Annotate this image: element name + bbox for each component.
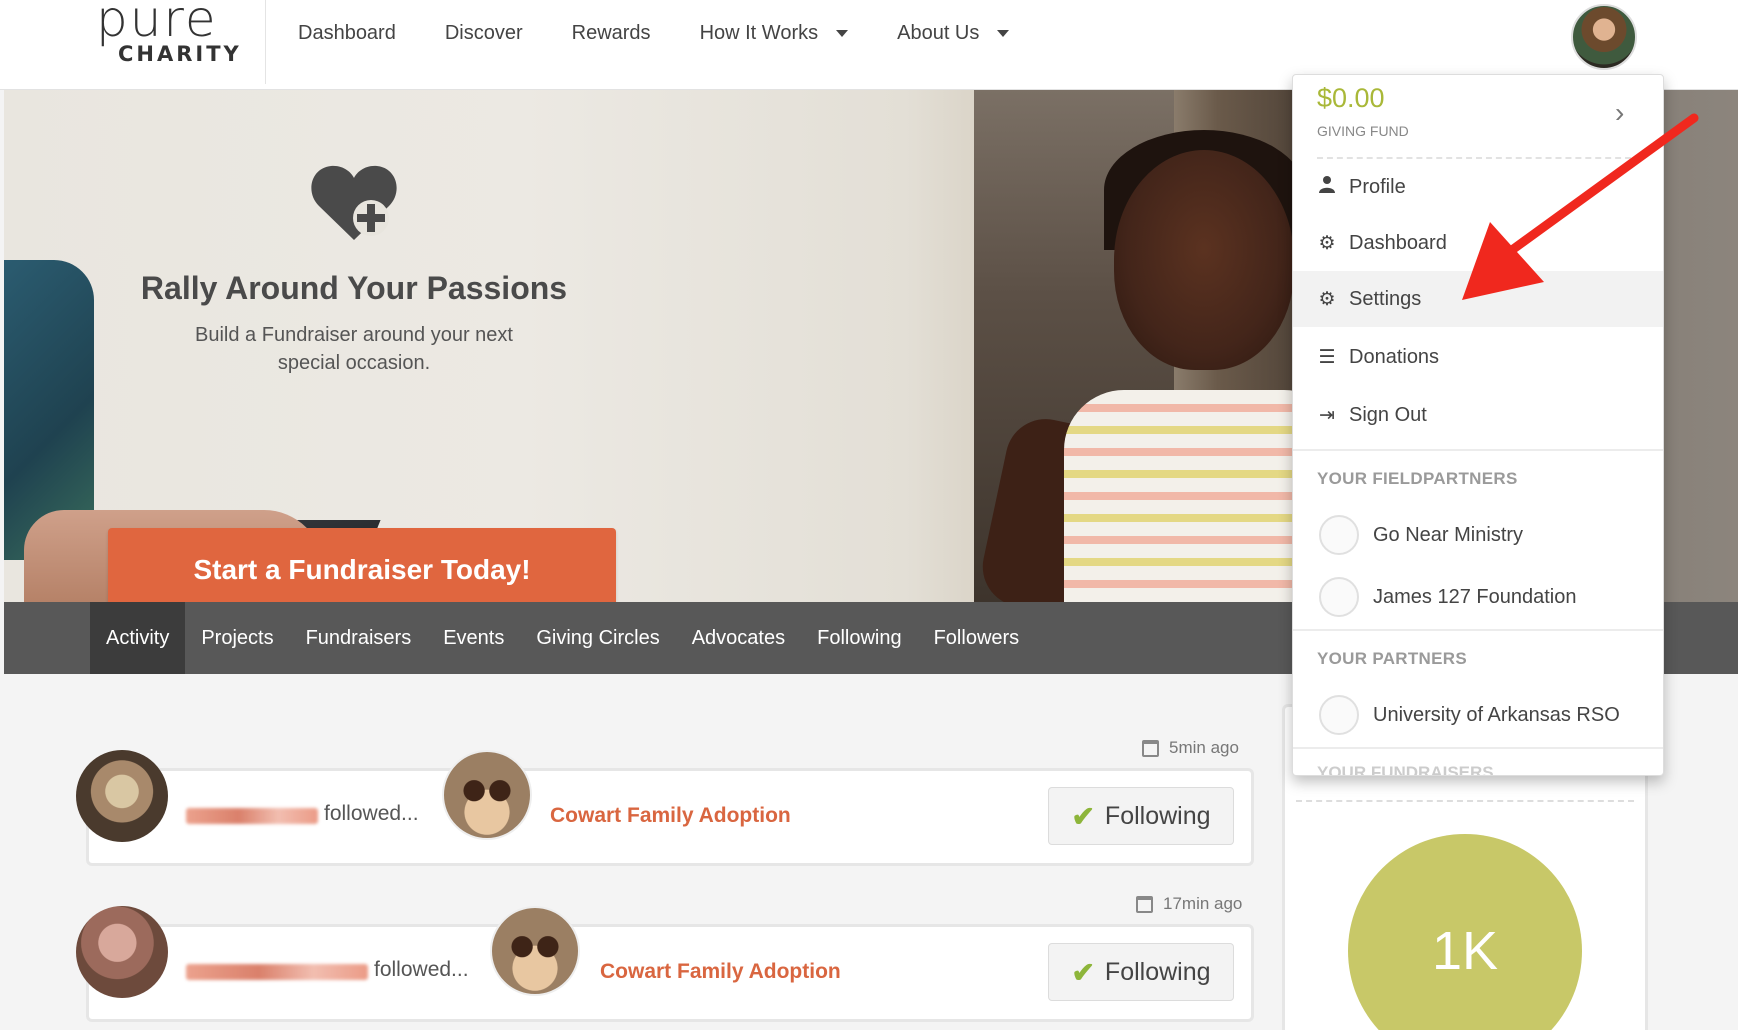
hero-photo-girl-face (1114, 150, 1294, 370)
fundraisers-heading: YOUR FUNDRAISERS (1317, 763, 1494, 776)
user-avatar[interactable] (76, 750, 168, 842)
nav-label: How It Works (699, 22, 819, 44)
giving-fund-amount: $0.00 (1317, 83, 1385, 113)
start-fundraiser-button[interactable]: Start a Fundraiser Today! (108, 528, 616, 602)
fieldpartners-heading: YOUR FIELDPARTNERS (1317, 469, 1518, 488)
nav-label: Rewards (571, 22, 651, 44)
caret-down-icon (836, 30, 849, 37)
tab-followers[interactable]: Followers (918, 602, 1036, 674)
partner-logo (1319, 577, 1359, 617)
partner-name: James 127 Foundation (1373, 585, 1577, 608)
user-icon (1317, 175, 1337, 199)
sign-out-icon: ⇥ (1319, 404, 1335, 426)
divider (1293, 449, 1663, 451)
blurred-user-name[interactable] (186, 808, 318, 824)
fieldpartner-james-127-foundation[interactable]: James 127 Foundation (1293, 569, 1663, 625)
menu-label: Profile (1349, 175, 1406, 198)
divider (1296, 800, 1634, 802)
menu-item-profile[interactable]: Profile (1293, 159, 1663, 215)
feed-action-text: followed... (324, 802, 419, 825)
button-label: Following (1104, 957, 1211, 986)
following-button[interactable]: ✔ Following (1048, 943, 1234, 1001)
partner-university-of-arkansas-rso[interactable]: University of Arkansas RSO (1293, 687, 1663, 743)
user-dropdown-menu: $0.00 GIVING FUND › Profile ⚙ Dashboard … (1292, 74, 1664, 776)
nav-label: Dashboard (298, 22, 396, 44)
menu-label: Donations (1349, 345, 1440, 368)
tab-activity[interactable]: Activity (90, 602, 186, 674)
chevron-right-icon: › (1615, 97, 1625, 128)
nav-rewards[interactable]: Rewards (572, 22, 651, 45)
divider (1293, 629, 1663, 631)
tab-following[interactable]: Following (801, 602, 917, 674)
project-avatar[interactable] (442, 750, 532, 840)
menu-item-settings[interactable]: ⚙ Settings (1293, 271, 1663, 327)
divider (1293, 747, 1663, 749)
nav-label: Discover (444, 22, 523, 44)
list-icon: ☰ (1318, 346, 1336, 368)
user-avatar[interactable] (76, 906, 168, 998)
caret-down-icon (997, 30, 1010, 37)
feed-timestamp: 5min ago (1142, 738, 1239, 758)
project-avatar[interactable] (490, 906, 580, 996)
menu-label: Sign Out (1349, 403, 1427, 426)
check-icon: ✔ (1071, 800, 1095, 832)
partner-logo (1319, 515, 1359, 555)
hero-subtitle: Build a Fundraiser around your next spec… (195, 324, 513, 374)
fieldpartner-go-near-ministry[interactable]: Go Near Ministry (1293, 507, 1663, 563)
logo-wordmark: pure (96, 0, 218, 48)
gear-icon: ⚙ (1318, 288, 1336, 310)
blurred-user-name[interactable] (186, 964, 368, 980)
tab-events[interactable]: Events (427, 602, 520, 674)
timestamp-text: 5min ago (1169, 738, 1239, 757)
project-link[interactable]: Cowart Family Adoption (550, 804, 791, 828)
giving-fund-label: GIVING FUND (1317, 123, 1409, 139)
partner-name: Go Near Ministry (1373, 523, 1524, 546)
partner-name: University of Arkansas RSO (1373, 703, 1620, 726)
feed-timestamp: 17min ago (1136, 894, 1242, 914)
pure-charity-logo[interactable]: pure CHARITY (96, 0, 266, 84)
timestamp-text: 17min ago (1163, 894, 1243, 913)
partner-logo (1319, 695, 1359, 735)
menu-item-donations[interactable]: ☰ Donations (1293, 329, 1663, 385)
partners-heading: YOUR PARTNERS (1317, 649, 1467, 668)
tab-advocates[interactable]: Advocates (676, 602, 801, 674)
calendar-icon (1136, 895, 1153, 913)
hero-content: Rally Around Your Passions Build a Fundr… (94, 160, 614, 377)
nav-about-us[interactable]: About Us (897, 22, 1010, 45)
hero-title: Rally Around Your Passions (140, 270, 568, 306)
nav-discover[interactable]: Discover (445, 22, 523, 45)
gear-icon: ⚙ (1318, 232, 1336, 254)
menu-label: Settings (1349, 287, 1422, 310)
heart-plus-icon (311, 165, 397, 240)
tab-projects[interactable]: Projects (185, 602, 289, 674)
tab-giving-circles[interactable]: Giving Circles (520, 602, 675, 674)
feed-action-text: followed... (374, 958, 469, 981)
tab-fundraisers[interactable]: Fundraisers (290, 602, 428, 674)
nav-how-it-works[interactable]: How It Works (700, 22, 849, 45)
main-nav: Dashboard Discover Rewards How It Works … (298, 22, 1058, 45)
nav-dashboard[interactable]: Dashboard (298, 22, 396, 45)
menu-item-dashboard[interactable]: ⚙ Dashboard (1293, 215, 1663, 271)
logo-subtitle: CHARITY (118, 42, 242, 66)
user-avatar-menu-toggle[interactable] (1571, 4, 1637, 70)
button-label: Following (1104, 801, 1211, 830)
nav-label: About Us (897, 22, 980, 44)
check-icon: ✔ (1071, 956, 1095, 988)
following-button[interactable]: ✔ Following (1048, 787, 1234, 845)
giving-fund-link[interactable]: $0.00 GIVING FUND › (1293, 75, 1663, 157)
menu-label: Dashboard (1349, 231, 1447, 254)
project-link[interactable]: Cowart Family Adoption (600, 960, 841, 984)
menu-item-sign-out[interactable]: ⇥ Sign Out (1293, 387, 1663, 443)
calendar-icon (1142, 739, 1159, 757)
